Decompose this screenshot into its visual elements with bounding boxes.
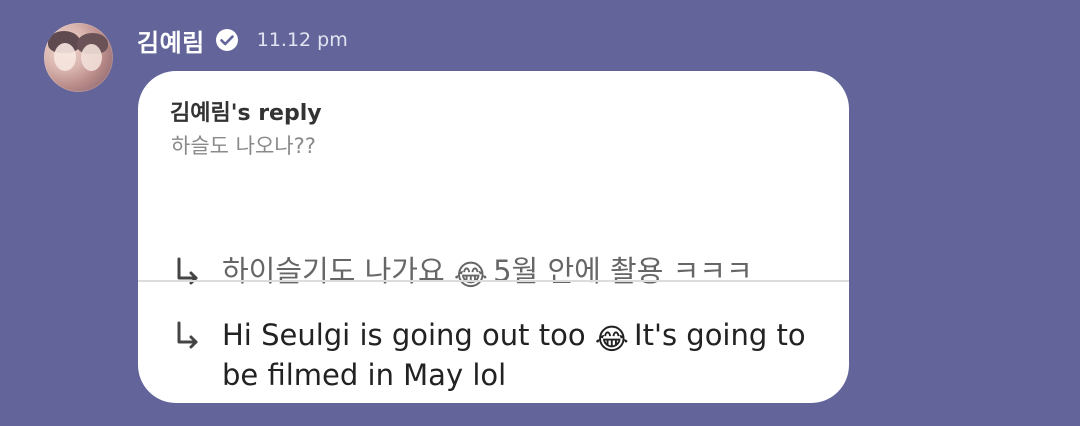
avatar-face-left [54, 43, 76, 71]
korean-reply-text-end: 5월 안에 촬용 ㅋㅋㅋ [483, 254, 753, 288]
verified-badge-icon [215, 28, 239, 52]
reply-title: 김예림's reply [170, 101, 322, 126]
korean-reply-line: 하이슬기도 나가요 😂 5월 안에 촬용 ㅋㅋㅋ [177, 251, 842, 292]
message-header: 김예림 11.12 pm [137, 22, 348, 58]
reply-arrow-icon [172, 315, 204, 355]
message-bubble: 김예림's reply 하슬도 나오나?? 하이슬기도 나가요 😂 5월 안에 … [138, 71, 849, 403]
laughing-emoji-icon: 😂 [594, 322, 629, 356]
avatar-face-right [81, 44, 102, 71]
author-name[interactable]: 김예림 [137, 23, 205, 58]
reply-arrow-icon [172, 251, 204, 291]
english-reply-line: Hi Seulgi is going out too 😂 It's going … [177, 315, 842, 395]
korean-reply-text-start: 하이슬기도 나가요 [222, 254, 454, 288]
divider [138, 280, 849, 282]
english-reply-text-start: Hi Seulgi is going out too [222, 318, 595, 352]
timestamp: 11.12 pm [256, 29, 348, 51]
avatar[interactable] [44, 23, 113, 92]
reply-quote: 하슬도 나오나?? [171, 134, 316, 158]
